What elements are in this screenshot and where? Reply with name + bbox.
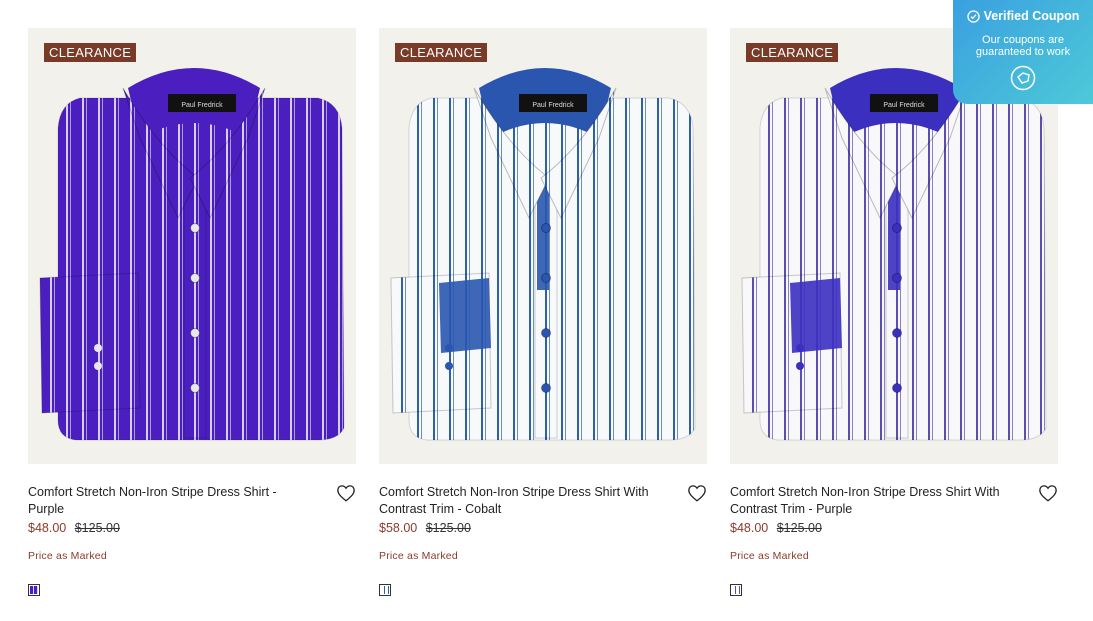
svg-text:Paul Fredrick: Paul Fredrick [181, 102, 223, 109]
promo-text: Price as Marked [28, 550, 107, 562]
color-swatch[interactable] [730, 584, 742, 596]
sale-price: $58.00 [379, 521, 418, 535]
promo-text: Price as Marked [379, 550, 458, 562]
price-row: $58.00 $125.00 [379, 520, 707, 536]
sale-price: $48.00 [730, 521, 769, 535]
product-card: Paul Fredrick CLEARANCE Comfort Stretch … [379, 28, 707, 596]
shirt-illustration: Paul Fredrick [390, 68, 696, 441]
tag-logo-icon [1010, 65, 1036, 91]
coupon-subtitle: Our coupons are guaranteed to work [975, 34, 1071, 58]
product-title[interactable]: Comfort Stretch Non-Iron Stripe Dress Sh… [730, 484, 1010, 518]
original-price: $125.00 [425, 521, 471, 535]
product-image[interactable]: Paul Fredrick CLEARANCE [28, 28, 356, 464]
clearance-badge: CLEARANCE [44, 43, 137, 62]
product-card: Paul Fredrick CLEARANCE Comfort Stretch … [730, 28, 1058, 596]
clearance-badge: CLEARANCE [746, 43, 839, 62]
coupon-title: Verified Coupon [983, 9, 1080, 23]
product-title[interactable]: Comfort Stretch Non-Iron Stripe Dress Sh… [379, 484, 659, 518]
sale-price: $48.00 [28, 521, 67, 535]
product-title[interactable]: Comfort Stretch Non-Iron Stripe Dress Sh… [28, 484, 308, 518]
color-swatch[interactable] [28, 584, 40, 596]
verified-coupon-widget[interactable]: Verified Coupon Our coupons are guarante… [953, 0, 1093, 104]
product-grid: Paul Fredrick CLEARANCE Comfort Stretch … [28, 28, 1058, 596]
svg-text:Paul Fredrick: Paul Fredrick [883, 102, 925, 109]
price-row: $48.00 $125.00 [28, 520, 356, 536]
check-circle-icon [966, 9, 980, 23]
color-swatch[interactable] [379, 584, 391, 596]
product-card: Paul Fredrick CLEARANCE Comfort Stretch … [28, 28, 356, 596]
shirt-illustration: Paul Fredrick [39, 68, 345, 441]
promo-text: Price as Marked [730, 550, 809, 562]
svg-text:Paul Fredrick: Paul Fredrick [532, 102, 574, 109]
heart-icon[interactable] [687, 484, 707, 502]
heart-icon[interactable] [336, 484, 356, 502]
original-price: $125.00 [776, 521, 822, 535]
heart-icon[interactable] [1038, 484, 1058, 502]
price-row: $48.00 $125.00 [730, 520, 1058, 536]
product-image[interactable]: Paul Fredrick CLEARANCE [379, 28, 707, 464]
original-price: $125.00 [74, 521, 120, 535]
clearance-badge: CLEARANCE [395, 43, 488, 62]
